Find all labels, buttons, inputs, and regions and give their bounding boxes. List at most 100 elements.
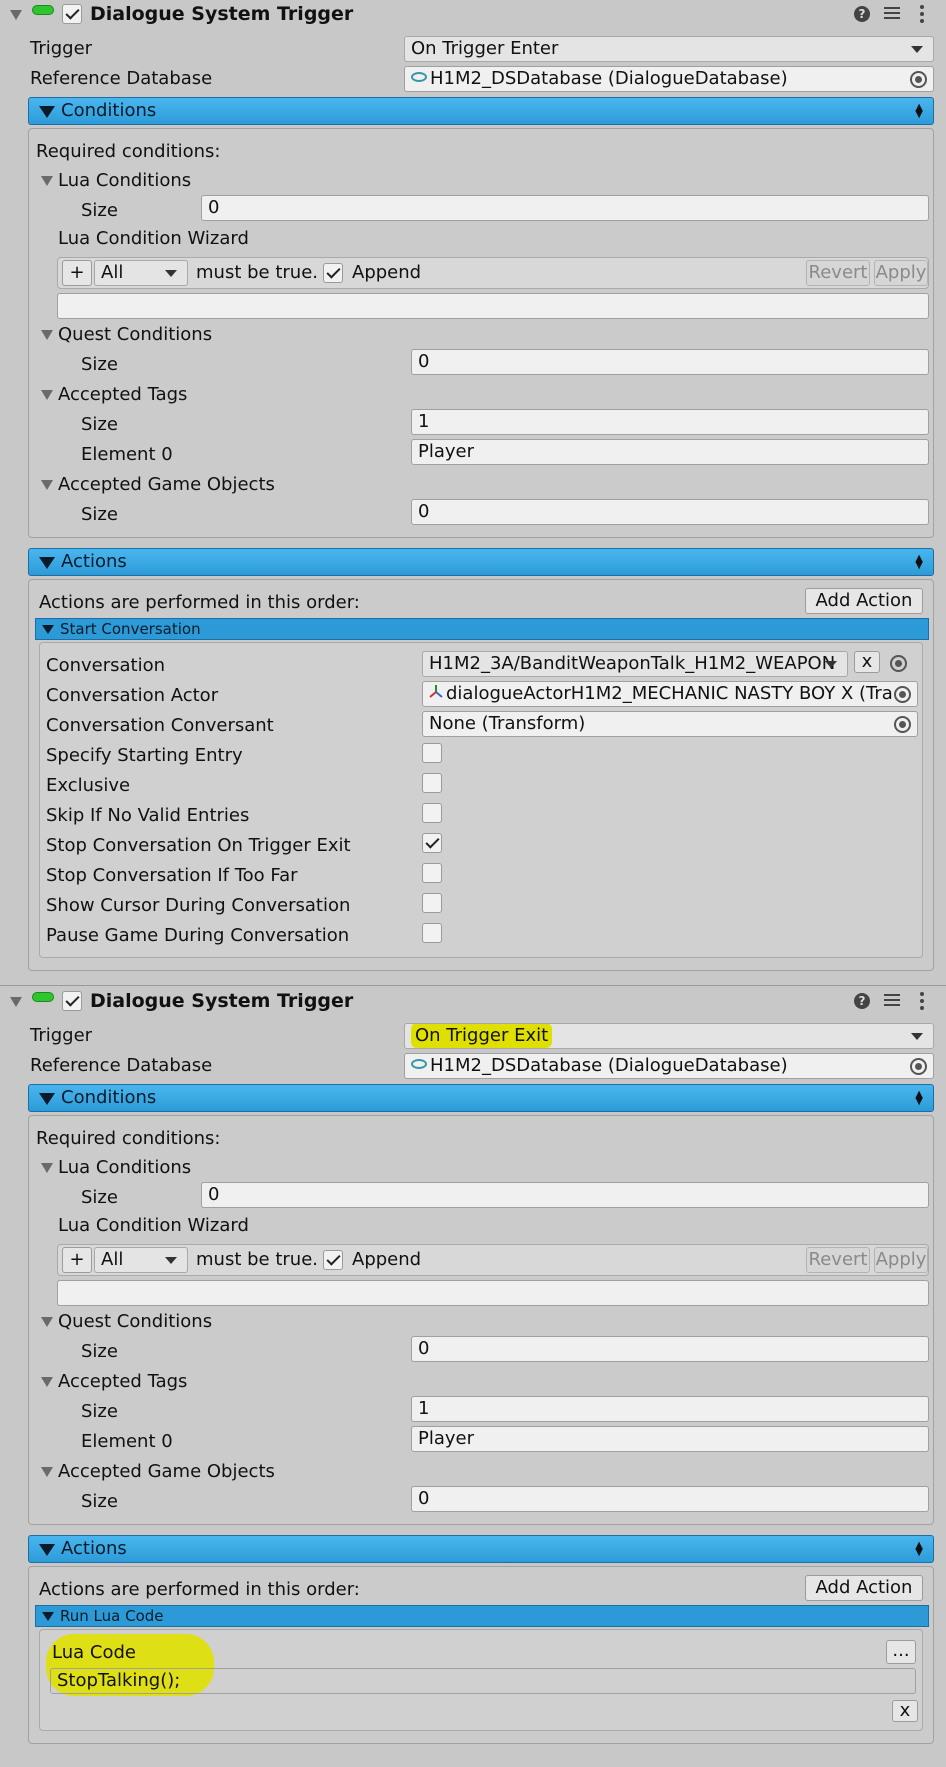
actions-panel: Actions are performed in this order: Add… [28, 579, 934, 971]
conversation-dropdown[interactable]: H1M2_3A/BanditWeaponTalk_H1M2_WEAPON [422, 651, 848, 677]
add-condition-button[interactable]: + [62, 1247, 92, 1273]
size-label: Size [81, 200, 118, 221]
apply-button[interactable]: Apply [874, 260, 928, 286]
conditions-foldout[interactable]: Conditions ▲ ▼ [28, 97, 934, 125]
lua-code-value: StopTalking(); [57, 1670, 181, 1691]
element0-field[interactable]: Player [411, 439, 929, 465]
size-label: Size [81, 504, 118, 525]
option-checkbox[interactable] [422, 833, 442, 853]
clear-conversation-button[interactable]: x [854, 651, 880, 673]
collapse-triangle-icon[interactable] [10, 10, 22, 20]
actor-field[interactable]: dialogueActorH1M2_MECHANIC NASTY BOY X (… [422, 681, 918, 707]
lua-wizard-bar: + All must be true. Append Revert Apply [57, 257, 929, 289]
all-dropdown[interactable]: All [94, 260, 188, 286]
refdb-field[interactable]: H1M2_DSDatabase (DialogueDatabase) [404, 66, 934, 92]
trigger-dropdown[interactable]: On Trigger Enter [404, 36, 934, 62]
object-picker-icon[interactable] [894, 686, 911, 703]
option-checkbox[interactable] [422, 923, 442, 943]
lua-wizard-input[interactable] [57, 293, 929, 319]
append-label: Append [352, 1249, 422, 1270]
fold-triangle-icon[interactable] [41, 1467, 53, 1477]
more-icon[interactable] [920, 5, 924, 26]
fold-triangle-icon[interactable] [41, 176, 53, 186]
chevron-down-icon [911, 1033, 923, 1040]
remove-action-button[interactable]: x [892, 1700, 918, 1722]
updown-icon: ▲ ▼ [915, 1089, 923, 1107]
tags-size-field[interactable]: 1 [411, 409, 929, 435]
component-title: Dialogue System Trigger [90, 990, 354, 1012]
lua-wizard-input[interactable] [57, 1280, 929, 1306]
append-checkbox[interactable] [323, 263, 343, 283]
chevron-down-icon [165, 270, 177, 277]
actions-foldout[interactable]: Actions ▲ ▼ [28, 1535, 934, 1563]
toggle-icon[interactable] [32, 5, 54, 15]
lua-size-field[interactable]: 0 [201, 195, 929, 221]
quest-size-field[interactable]: 0 [411, 349, 929, 375]
conversant-field[interactable]: None (Transform) [422, 711, 918, 737]
fold-triangle-icon[interactable] [41, 1163, 53, 1173]
conditions-foldout[interactable]: Conditions ▲ ▼ [28, 1084, 934, 1112]
actions-header: Actions [61, 1538, 127, 1559]
lua-code-field[interactable]: StopTalking(); [50, 1668, 916, 1694]
go-size-field[interactable]: 0 [411, 1486, 929, 1512]
more-icon[interactable] [920, 992, 924, 1013]
size-label: Size [81, 1401, 118, 1422]
object-picker-icon[interactable] [910, 1058, 927, 1075]
collapse-triangle-icon[interactable] [10, 997, 22, 1007]
fold-triangle-icon[interactable] [41, 390, 53, 400]
database-icon [411, 1059, 427, 1069]
size-label: Size [81, 1187, 118, 1208]
trigger-dropdown[interactable]: On Trigger Exit [404, 1023, 934, 1049]
run-lua-code-foldout[interactable]: Run Lua Code [35, 1605, 929, 1627]
presets-icon[interactable] [884, 6, 900, 20]
fold-triangle-icon[interactable] [41, 1317, 53, 1327]
object-picker-icon[interactable] [894, 716, 911, 733]
lua-code-label: Lua Code [52, 1642, 136, 1663]
help-icon[interactable]: ? [854, 6, 870, 22]
start-conversation-header: Start Conversation [60, 620, 201, 638]
option-checkbox[interactable] [422, 863, 442, 883]
add-condition-button[interactable]: + [62, 260, 92, 286]
revert-button[interactable]: Revert [806, 260, 870, 286]
option-label: Stop Conversation On Trigger Exit [46, 835, 351, 856]
object-picker-icon[interactable] [890, 655, 907, 672]
refdb-field[interactable]: H1M2_DSDatabase (DialogueDatabase) [404, 1053, 934, 1079]
quest-size-field[interactable]: 0 [411, 1336, 929, 1362]
append-checkbox[interactable] [323, 1250, 343, 1270]
accepted-tags-label: Accepted Tags [58, 384, 188, 405]
add-action-button[interactable]: Add Action [805, 1575, 923, 1601]
apply-button[interactable]: Apply [874, 1247, 928, 1273]
option-label: Show Cursor During Conversation [46, 895, 351, 916]
lua-code-options-button[interactable]: ... [886, 1640, 916, 1664]
start-conversation-foldout[interactable]: Start Conversation [35, 618, 929, 640]
fold-triangle-icon[interactable] [41, 480, 53, 490]
element0-field[interactable]: Player [411, 1426, 929, 1452]
option-checkbox[interactable] [422, 743, 442, 763]
option-checkbox[interactable] [422, 773, 442, 793]
object-picker-icon[interactable] [910, 71, 927, 88]
enabled-checkbox[interactable] [62, 4, 82, 24]
option-checkbox[interactable] [422, 803, 442, 823]
lua-size-field[interactable]: 0 [201, 1182, 929, 1208]
fold-triangle-icon[interactable] [41, 1377, 53, 1387]
go-size-field[interactable]: 0 [411, 499, 929, 525]
actions-order-label: Actions are performed in this order: [39, 1579, 360, 1600]
actions-foldout[interactable]: Actions ▲ ▼ [28, 548, 934, 576]
toggle-icon[interactable] [32, 992, 54, 1002]
must-be-true-label: must be true. [196, 1249, 318, 1270]
revert-button[interactable]: Revert [806, 1247, 870, 1273]
help-icon[interactable]: ? [854, 993, 870, 1009]
actions-header: Actions [61, 551, 127, 572]
refdb-label: Reference Database [30, 68, 213, 89]
option-label: Stop Conversation If Too Far [46, 865, 298, 886]
presets-icon[interactable] [884, 993, 900, 1007]
accepted-gameobjects-label: Accepted Game Objects [58, 474, 275, 495]
fold-triangle-icon[interactable] [41, 330, 53, 340]
all-dropdown[interactable]: All [94, 1247, 188, 1273]
size-label: Size [81, 1491, 118, 1512]
tags-size-field[interactable]: 1 [411, 1396, 929, 1422]
conversation-value: H1M2_3A/BanditWeaponTalk_H1M2_WEAPON [429, 653, 836, 674]
enabled-checkbox[interactable] [62, 991, 82, 1011]
option-checkbox[interactable] [422, 893, 442, 913]
add-action-button[interactable]: Add Action [805, 588, 923, 614]
